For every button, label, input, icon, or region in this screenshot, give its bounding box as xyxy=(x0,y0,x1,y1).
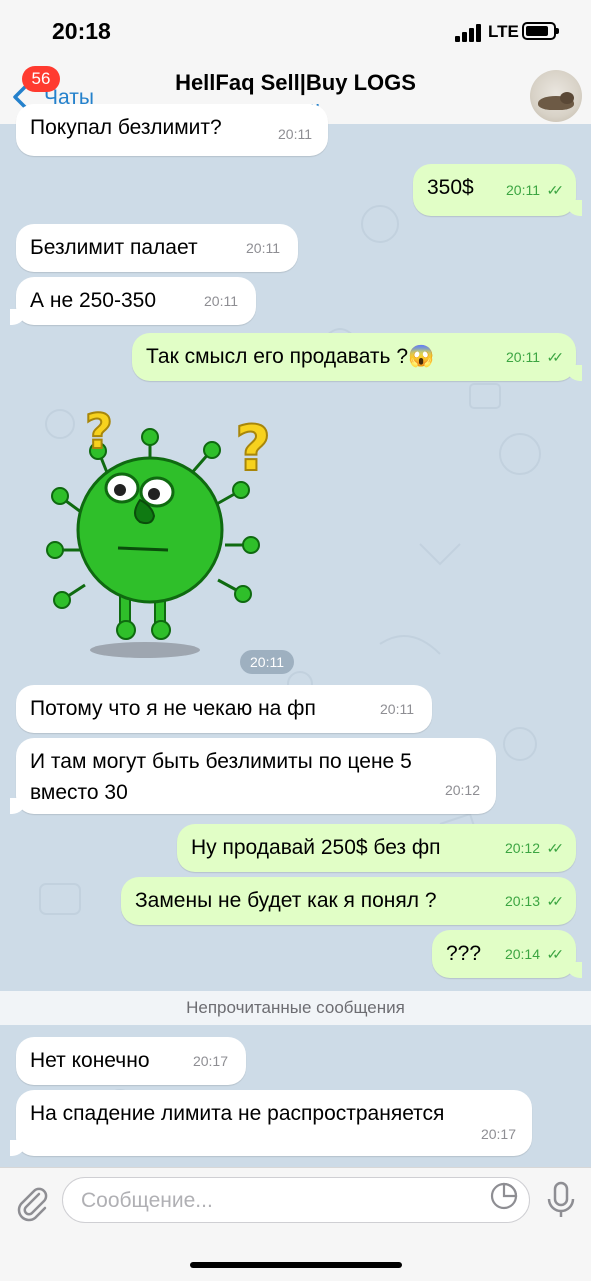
message-outgoing[interactable]: Ну продавай 250$ без фп 20:12 ✓✓ xyxy=(177,824,576,872)
message-time: 20:12 xyxy=(444,782,480,798)
svg-text:?: ? xyxy=(235,412,271,485)
message-incoming[interactable]: Безлимит палает 20:11 xyxy=(16,224,298,272)
message-time: 20:11 xyxy=(506,349,540,365)
message-incoming[interactable]: И там могут быть безлимиты по цене 5 вме… xyxy=(10,738,496,814)
message-text: На спадение лимита не распространяется xyxy=(30,1102,445,1125)
message-outgoing[interactable]: ??? 20:14 ✓✓ xyxy=(432,930,582,978)
chat-title[interactable]: HellFaq Sell|Buy LOGS xyxy=(0,70,591,96)
message-outgoing[interactable]: 350$ 20:11 ✓✓ xyxy=(413,164,582,216)
message-composer xyxy=(0,1167,591,1281)
message-incoming[interactable]: Нет конечно 20:17 xyxy=(16,1037,246,1085)
message-text: Ну продавай 250$ без фп xyxy=(191,836,441,859)
read-check-icon: ✓✓ xyxy=(546,840,565,856)
message-time: 20:11 xyxy=(246,240,280,256)
read-check-icon: ✓✓ xyxy=(546,349,565,365)
message-text: Безлимит палает xyxy=(30,236,198,259)
message-text: Покупал безлимит? xyxy=(30,116,222,139)
message-time: 20:11 xyxy=(204,293,238,309)
message-text: Так смысл его продавать ?😱 xyxy=(146,345,435,368)
message-text: А не 250-350 xyxy=(30,289,157,312)
read-check-icon: ✓✓ xyxy=(546,182,565,198)
message-text: Замены не будет как я понял ? xyxy=(135,889,437,912)
message-incoming[interactable]: Потому что я не чекаю на фп 20:11 xyxy=(16,685,432,733)
signal-icon xyxy=(455,24,483,42)
battery-icon xyxy=(522,22,559,40)
unread-messages-divider: Непрочитанные сообщения xyxy=(0,991,591,1025)
message-time: 20:11 xyxy=(380,701,414,717)
sticker-time: 20:11 xyxy=(240,650,294,674)
virus-sticker[interactable]: ? ? xyxy=(40,400,290,670)
message-input[interactable] xyxy=(79,1184,483,1218)
message-time: 20:17 xyxy=(480,1126,516,1142)
home-indicator xyxy=(190,1262,402,1268)
message-outgoing[interactable]: Замены не будет как я понял ? 20:13 ✓✓ xyxy=(121,877,576,925)
sticker-icon[interactable] xyxy=(489,1181,519,1211)
message-text: И там могут быть безлимиты по цене 5 вме… xyxy=(30,750,412,804)
read-check-icon: ✓✓ xyxy=(546,946,565,962)
message-time: 20:13 xyxy=(504,893,540,909)
svg-text:?: ? xyxy=(85,404,113,460)
message-text: 350$ xyxy=(427,176,474,199)
message-incoming[interactable]: А не 250-350 20:11 xyxy=(10,277,256,325)
message-time: 20:17 xyxy=(192,1053,228,1069)
message-time: 20:11 xyxy=(506,182,540,198)
status-time: 20:18 xyxy=(52,18,111,44)
message-text: Потому что я не чекаю на фп xyxy=(30,697,316,720)
message-outgoing[interactable]: Так смысл его продавать ?😱 20:11 ✓✓ xyxy=(132,333,582,381)
message-time: 20:11 xyxy=(278,126,312,142)
message-text: ??? xyxy=(446,942,482,965)
message-time: 20:14 xyxy=(504,946,540,962)
message-incoming[interactable]: Покупал безлимит? 20:11 xyxy=(16,104,328,156)
status-bar: 20:18 LTE xyxy=(0,0,591,62)
message-time: 20:12 xyxy=(504,840,540,856)
read-check-icon: ✓✓ xyxy=(546,893,565,909)
paperclip-icon[interactable] xyxy=(12,1182,52,1222)
message-input-field[interactable] xyxy=(62,1177,530,1223)
message-text: Нет конечно xyxy=(30,1049,150,1072)
microphone-icon[interactable] xyxy=(544,1180,578,1220)
message-incoming[interactable]: На спадение лимита не распространяется 2… xyxy=(10,1090,532,1156)
network-type: LTE xyxy=(488,22,519,41)
